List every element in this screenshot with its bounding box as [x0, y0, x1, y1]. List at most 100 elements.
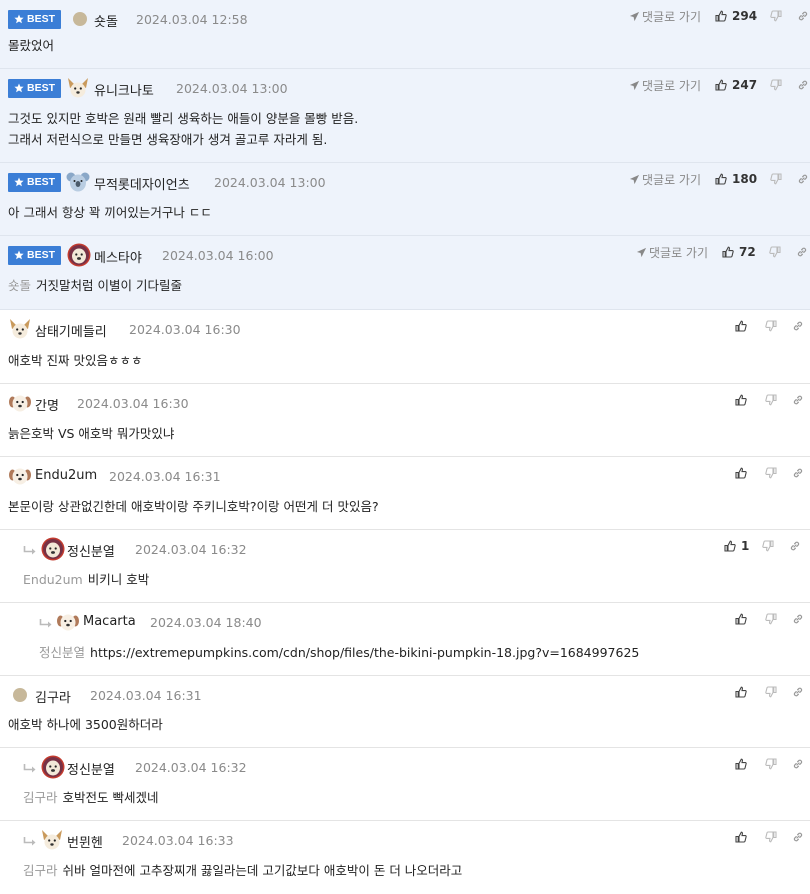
- like-button[interactable]: [735, 758, 752, 770]
- avatar-icon: [10, 319, 30, 339]
- avatar[interactable]: [40, 755, 66, 783]
- comment: 김구라 2024.03.04 16:31 애호박 하나에 3500원하더라: [0, 676, 810, 748]
- dislike-button[interactable]: [765, 831, 777, 843]
- comment-text: 애호박 하나에 3500원하더라: [8, 714, 163, 735]
- nickname[interactable]: 김구라: [35, 687, 71, 706]
- dislike-button[interactable]: [762, 540, 774, 552]
- share-link-button[interactable]: [792, 320, 804, 332]
- mention-nick[interactable]: 정신분열: [39, 645, 85, 660]
- thumbs-up-icon: [735, 613, 747, 625]
- thumbs-up-icon: [735, 831, 747, 843]
- comment-text: 아 그래서 항상 꽉 끼어있는거구나 ㄷㄷ: [8, 202, 212, 223]
- comment-line: 비키니 호박: [87, 572, 150, 587]
- thumbs-up-icon: [735, 686, 747, 698]
- avatar[interactable]: [72, 11, 88, 31]
- goto-reply-link[interactable]: 댓글로 가기: [629, 171, 701, 188]
- link-icon: [798, 80, 808, 90]
- avatar[interactable]: [40, 537, 66, 565]
- goto-reply-label: 댓글로 가기: [642, 9, 702, 24]
- link-icon: [798, 11, 808, 21]
- dislike-button[interactable]: [765, 758, 777, 770]
- dislike-button[interactable]: [765, 686, 777, 698]
- link-icon: [797, 247, 806, 257]
- reply-comment: 번뮌헨 2024.03.04 16:33 김구라 쉬바 얼마전에 고추장찌개 끓일라는…: [0, 821, 810, 894]
- comment-line: 호박전도 빡세겠네: [62, 790, 159, 805]
- comment-text: 그것도 있지만 호박은 원래 빨리 생육하는 애들이 양분을 몰빵 받음.: [8, 108, 358, 129]
- avatar[interactable]: [8, 392, 32, 418]
- share-link-button[interactable]: [792, 831, 804, 843]
- like-button[interactable]: 294: [715, 9, 757, 23]
- avatar[interactable]: [12, 687, 28, 707]
- link-icon: [793, 321, 803, 331]
- comment-text: 그래서 저런식으로 만들면 생육장애가 생겨 골고루 자라게 됨.: [8, 129, 327, 150]
- share-link-button[interactable]: [792, 758, 804, 770]
- nickname[interactable]: Endu2um: [35, 468, 97, 483]
- share-link-button[interactable]: [797, 173, 809, 185]
- dislike-button[interactable]: [770, 173, 782, 185]
- nickname[interactable]: Macarta: [83, 614, 136, 629]
- comment-text: 몰랐었어: [8, 35, 54, 56]
- avatar[interactable]: [56, 611, 80, 637]
- goto-reply-label: 댓글로 가기: [642, 172, 702, 187]
- avatar[interactable]: [66, 77, 90, 103]
- mention-nick[interactable]: 김구라: [23, 863, 58, 878]
- link-icon: [793, 468, 803, 478]
- comment-actions: [735, 318, 804, 334]
- best-badge-label: BEST: [27, 249, 56, 261]
- comment-actions: [735, 392, 804, 408]
- dislike-button[interactable]: [765, 613, 777, 625]
- thumbs-down-icon: [770, 79, 782, 91]
- mention-nick[interactable]: Endu2um: [23, 572, 83, 587]
- like-button[interactable]: [735, 467, 752, 479]
- avatar[interactable]: [8, 318, 32, 344]
- share-link-button[interactable]: [792, 394, 804, 406]
- comment-actions: 댓글로 가기 72: [636, 244, 808, 260]
- nickname[interactable]: 무적롯데자이언츠: [94, 174, 190, 193]
- nickname[interactable]: 삼태기메들리: [35, 321, 107, 340]
- share-link-button[interactable]: [792, 467, 804, 479]
- like-button[interactable]: 247: [715, 78, 757, 92]
- nickname[interactable]: 정신분열: [67, 541, 115, 560]
- comment-text: Endu2um 비키니 호박: [23, 569, 149, 590]
- share-link-button[interactable]: [792, 686, 804, 698]
- share-link-button[interactable]: [797, 10, 809, 22]
- like-button[interactable]: [735, 613, 752, 625]
- like-button[interactable]: 1: [724, 539, 749, 553]
- dislike-button[interactable]: [765, 394, 777, 406]
- like-button[interactable]: [735, 686, 752, 698]
- like-button[interactable]: 180: [715, 172, 757, 186]
- share-link-button[interactable]: [792, 613, 804, 625]
- mention-nick[interactable]: 김구라: [23, 790, 58, 805]
- dislike-button[interactable]: [769, 246, 781, 258]
- dislike-button[interactable]: [770, 79, 782, 91]
- thumbs-down-icon: [765, 613, 777, 625]
- nickname[interactable]: 유니크나토: [94, 80, 154, 99]
- dislike-button[interactable]: [765, 320, 777, 332]
- mention-nick[interactable]: 숏돌: [8, 278, 31, 293]
- goto-reply-link[interactable]: 댓글로 가기: [629, 8, 701, 25]
- avatar[interactable]: [66, 243, 92, 271]
- dislike-button[interactable]: [765, 467, 777, 479]
- goto-reply-link[interactable]: 댓글로 가기: [629, 77, 701, 94]
- nickname[interactable]: 메스타야: [94, 247, 142, 266]
- dislike-button[interactable]: [770, 10, 782, 22]
- like-button[interactable]: 72: [722, 245, 756, 259]
- link-icon: [793, 832, 803, 842]
- avatar[interactable]: [40, 829, 64, 855]
- like-button[interactable]: [735, 394, 752, 406]
- nickname[interactable]: 정신분열: [67, 759, 115, 778]
- avatar[interactable]: [66, 171, 90, 197]
- comment-line: 애호박 하나에 3500원하더라: [8, 717, 163, 732]
- thumbs-up-icon: [715, 79, 727, 91]
- nickname[interactable]: 간명: [35, 395, 59, 414]
- goto-reply-link[interactable]: 댓글로 가기: [636, 244, 708, 261]
- share-link-button[interactable]: [789, 540, 801, 552]
- like-button[interactable]: [735, 831, 752, 843]
- avatar-icon: [68, 78, 88, 98]
- like-button[interactable]: [735, 320, 752, 332]
- avatar[interactable]: [8, 465, 32, 491]
- nickname[interactable]: 번뮌헨: [67, 832, 103, 851]
- share-link-button[interactable]: [797, 79, 809, 91]
- nickname[interactable]: 숏돌: [94, 11, 118, 30]
- share-link-button[interactable]: [796, 246, 808, 258]
